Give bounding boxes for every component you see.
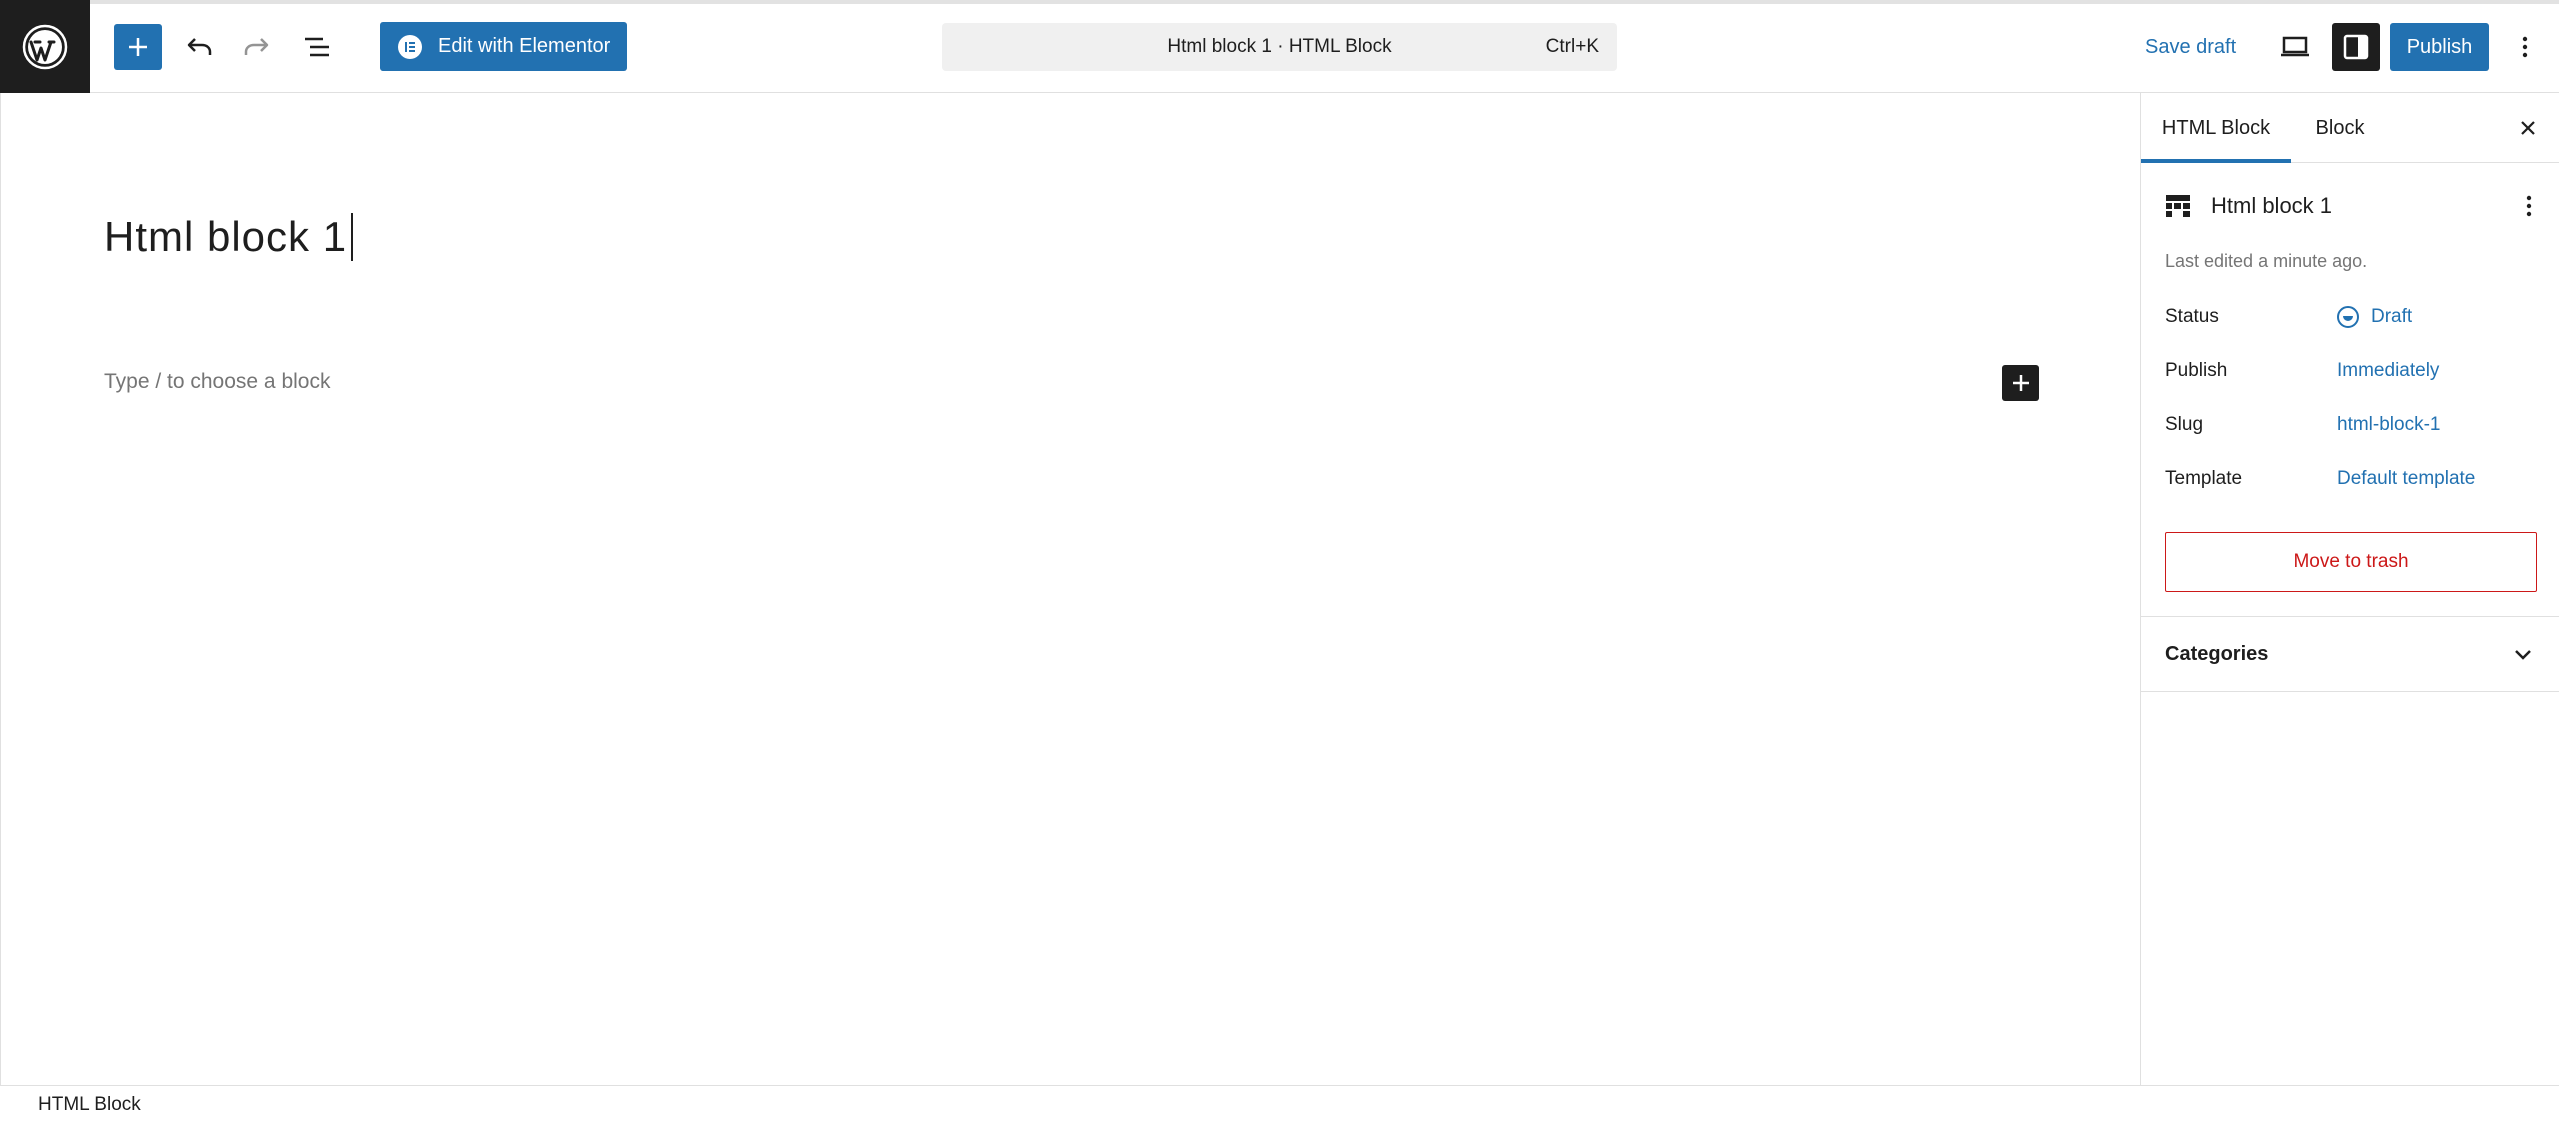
status-label: Status <box>2165 306 2219 327</box>
slug-row: Slug html-block-1 <box>2165 405 2545 445</box>
undo-button[interactable] <box>176 24 222 70</box>
document-bar-title: Html block 1 · HTML Block <box>1167 36 1392 57</box>
move-to-trash-button[interactable]: Move to trash <box>2165 532 2537 592</box>
redo-button[interactable] <box>234 24 280 70</box>
close-sidebar-button[interactable] <box>2505 105 2551 151</box>
plus-icon <box>129 38 147 56</box>
settings-sidebar-toggle[interactable] <box>2332 23 2380 71</box>
editor-header: Edit with Elementor Html block 1 · HTML … <box>0 0 2559 93</box>
undo-icon <box>187 38 212 55</box>
block-breadcrumb-bar: HTML Block <box>0 1085 2559 1122</box>
document-actions-button[interactable] <box>2509 183 2549 229</box>
inline-block-inserter-button[interactable] <box>2002 365 2039 401</box>
categories-expand[interactable] <box>2507 639 2539 671</box>
close-icon <box>2521 121 2535 135</box>
more-vertical-icon <box>2526 195 2532 217</box>
post-title-text: Html block 1 <box>104 213 348 260</box>
template-toggle[interactable]: Default template <box>2337 468 2475 490</box>
last-edited-text: Last edited a minute ago. <box>2165 251 2368 271</box>
wordpress-icon <box>22 24 68 69</box>
editor-canvas[interactable]: Html block 1 Type / to choose a block <box>0 93 2141 1085</box>
settings-sidebar: HTML Block Block Html block 1 Last edite… <box>2141 93 2559 1085</box>
default-block-appender[interactable]: Type / to choose a block <box>104 370 330 394</box>
template-row: Template Default template <box>2165 459 2545 499</box>
breadcrumb-item-html-block[interactable]: HTML Block <box>38 1086 141 1122</box>
post-title-field[interactable]: Html block 1 <box>104 213 354 261</box>
document-bar-command-palette[interactable]: Html block 1 · HTML Block Ctrl+K <box>942 23 1617 71</box>
edit-with-elementor-button[interactable]: Edit with Elementor <box>380 22 627 71</box>
publish-row: Publish Immediately <box>2165 351 2545 391</box>
status-toggle[interactable]: Draft <box>2337 306 2412 328</box>
document-name: Html block 1 <box>2211 193 2333 218</box>
edit-with-elementor-label: Edit with Elementor <box>438 35 611 57</box>
wordpress-logo-button[interactable] <box>0 0 90 93</box>
header-top-border <box>0 0 2559 4</box>
publish-button[interactable]: Publish <box>2390 23 2489 71</box>
categories-label: Categories <box>2165 643 2269 665</box>
publish-label: Publish <box>2165 360 2228 381</box>
tab-block[interactable]: Block <box>2291 93 2389 163</box>
slug-label: Slug <box>2165 414 2204 435</box>
options-menu-button[interactable] <box>2505 24 2545 70</box>
chevron-down-icon <box>2515 650 2531 660</box>
tab-html-block[interactable]: HTML Block <box>2141 93 2291 163</box>
desktop-icon <box>2281 36 2309 57</box>
draft-status-icon <box>2337 306 2359 328</box>
redo-icon <box>244 38 269 55</box>
document-card: Html block 1 <box>2165 183 2545 229</box>
plus-icon <box>2012 375 2029 391</box>
status-value: Draft <box>2371 306 2413 327</box>
template-label: Template <box>2165 468 2243 489</box>
slug-toggle[interactable]: html-block-1 <box>2337 414 2440 436</box>
template-layout-icon <box>2166 195 2190 217</box>
command-shortcut: Ctrl+K <box>1545 36 1599 57</box>
sidebar-tabs: HTML Block Block <box>2141 93 2559 163</box>
sidebar-icon <box>2343 34 2369 60</box>
block-inserter-toggle[interactable] <box>114 24 162 70</box>
preview-device-button[interactable] <box>2270 24 2320 70</box>
list-view-icon <box>305 37 329 57</box>
document-overview-button[interactable] <box>294 24 340 70</box>
save-draft-button[interactable]: Save draft <box>2145 24 2236 70</box>
more-vertical-icon <box>2522 36 2528 58</box>
publish-date-toggle[interactable]: Immediately <box>2337 360 2439 382</box>
text-caret <box>351 213 354 261</box>
elementor-icon <box>398 34 422 59</box>
categories-panel-toggle[interactable]: Categories <box>2141 617 2559 692</box>
document-summary-panel: Html block 1 Last edited a minute ago. S… <box>2141 163 2559 617</box>
status-row: Status Draft <box>2165 297 2545 337</box>
